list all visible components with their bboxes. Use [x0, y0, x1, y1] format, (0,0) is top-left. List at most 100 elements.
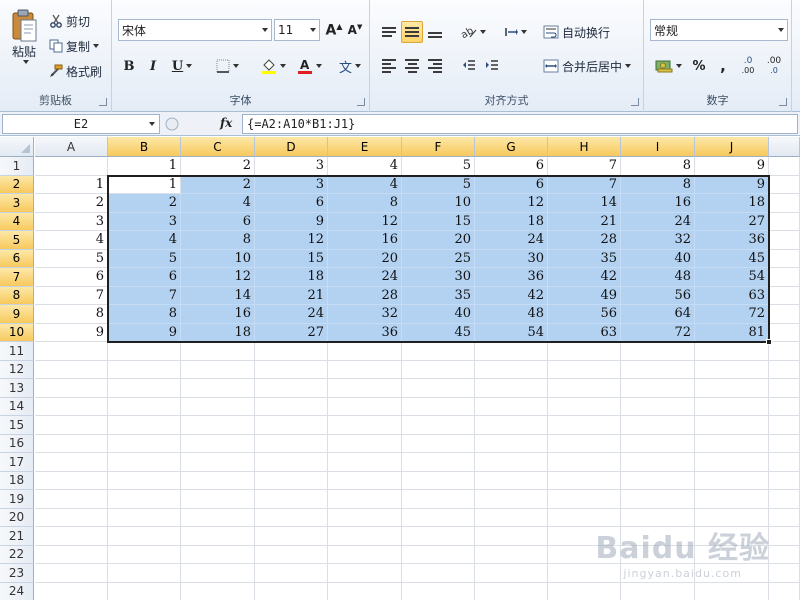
cell[interactable]: 4	[181, 194, 255, 213]
cell[interactable]	[108, 545, 181, 564]
cell[interactable]	[695, 397, 769, 416]
cell[interactable]	[181, 527, 255, 546]
cell[interactable]: 45	[695, 249, 769, 268]
cell[interactable]: 4	[35, 231, 108, 250]
cell[interactable]	[475, 397, 548, 416]
column-header-a[interactable]: A	[35, 137, 108, 157]
cell[interactable]	[769, 434, 800, 453]
cell[interactable]	[108, 342, 181, 361]
cell[interactable]: 7	[35, 286, 108, 305]
cell[interactable]	[695, 471, 769, 490]
cell[interactable]	[181, 379, 255, 398]
cell[interactable]: 6	[181, 212, 255, 231]
cell[interactable]: 4	[108, 231, 181, 250]
chevron-down-icon[interactable]	[232, 64, 239, 68]
row-header-5[interactable]: 5	[0, 231, 34, 250]
cell[interactable]	[402, 545, 475, 564]
cell[interactable]: 14	[181, 286, 255, 305]
cell[interactable]	[769, 212, 800, 231]
column-header-h[interactable]: H	[548, 137, 621, 157]
cell[interactable]: 16	[181, 305, 255, 324]
row-header-1[interactable]: 1	[0, 157, 34, 176]
cell[interactable]	[769, 249, 800, 268]
cell[interactable]: 3	[255, 175, 328, 194]
cell[interactable]: 81	[695, 323, 769, 342]
row-header-23[interactable]: 23	[0, 564, 34, 583]
dialog-launcher-icon[interactable]	[631, 98, 639, 106]
cell[interactable]: 18	[255, 268, 328, 287]
cell[interactable]	[35, 471, 108, 490]
cell[interactable]: 2	[181, 157, 255, 176]
cell[interactable]	[328, 490, 402, 509]
cell[interactable]: 63	[695, 286, 769, 305]
font-size-combo[interactable]: 11	[274, 19, 320, 41]
cell[interactable]: 8	[621, 157, 695, 176]
cell[interactable]	[108, 434, 181, 453]
cell[interactable]	[548, 582, 621, 600]
chevron-down-icon[interactable]	[149, 122, 155, 126]
cell[interactable]	[621, 434, 695, 453]
cell[interactable]: 32	[621, 231, 695, 250]
cell[interactable]	[769, 323, 800, 342]
cell[interactable]: 1	[35, 175, 108, 194]
cell[interactable]	[181, 453, 255, 472]
cell[interactable]	[35, 434, 108, 453]
cell[interactable]: 5	[108, 249, 181, 268]
cell[interactable]	[475, 545, 548, 564]
cell[interactable]	[475, 564, 548, 583]
row-header-12[interactable]: 12	[0, 360, 34, 379]
cell[interactable]	[255, 416, 328, 435]
cell[interactable]: 6	[255, 194, 328, 213]
cell[interactable]	[255, 379, 328, 398]
cell[interactable]	[769, 305, 800, 324]
cell[interactable]: 14	[548, 194, 621, 213]
cell[interactable]: 6	[35, 268, 108, 287]
row-header-21[interactable]: 21	[0, 527, 34, 546]
cell[interactable]: 2	[35, 194, 108, 213]
cell[interactable]	[108, 360, 181, 379]
cell[interactable]	[255, 490, 328, 509]
cell[interactable]: 16	[621, 194, 695, 213]
column-header-next[interactable]	[769, 137, 800, 157]
cell[interactable]	[475, 342, 548, 361]
cell[interactable]	[548, 397, 621, 416]
row-header-11[interactable]: 11	[0, 342, 34, 361]
cell[interactable]: 5	[402, 175, 475, 194]
cell[interactable]	[402, 471, 475, 490]
cell[interactable]	[328, 471, 402, 490]
cell[interactable]: 16	[328, 231, 402, 250]
cell[interactable]	[621, 582, 695, 600]
cell[interactable]	[548, 471, 621, 490]
cell[interactable]	[769, 564, 800, 583]
cell[interactable]	[255, 582, 328, 600]
cell[interactable]	[35, 453, 108, 472]
chevron-down-icon[interactable]	[262, 28, 268, 32]
phonetic-button[interactable]: 文	[334, 55, 366, 77]
decrease-decimal-button[interactable]: .00 .0	[762, 55, 786, 77]
cell[interactable]	[35, 582, 108, 600]
cell[interactable]: 72	[695, 305, 769, 324]
cell[interactable]	[769, 508, 800, 527]
decrease-indent-button[interactable]	[458, 55, 480, 77]
cell[interactable]	[695, 582, 769, 600]
cell[interactable]	[695, 379, 769, 398]
cell[interactable]: 3	[35, 212, 108, 231]
cell[interactable]	[181, 490, 255, 509]
cell[interactable]: 36	[328, 323, 402, 342]
cell[interactable]: 3	[108, 212, 181, 231]
cell[interactable]: 24	[255, 305, 328, 324]
cell[interactable]	[769, 397, 800, 416]
chevron-down-icon[interactable]	[355, 64, 361, 68]
cell[interactable]: 48	[475, 305, 548, 324]
cell[interactable]	[548, 416, 621, 435]
cell[interactable]: 48	[621, 268, 695, 287]
fill-color-button[interactable]	[256, 55, 290, 77]
cell[interactable]	[769, 342, 800, 361]
number-format-combo[interactable]: 常规	[650, 19, 788, 41]
row-header-3[interactable]: 3	[0, 194, 34, 213]
cell[interactable]	[35, 379, 108, 398]
borders-button[interactable]	[210, 55, 244, 77]
chevron-down-icon[interactable]	[479, 30, 486, 34]
cell[interactable]: 6	[108, 268, 181, 287]
cell[interactable]	[255, 397, 328, 416]
